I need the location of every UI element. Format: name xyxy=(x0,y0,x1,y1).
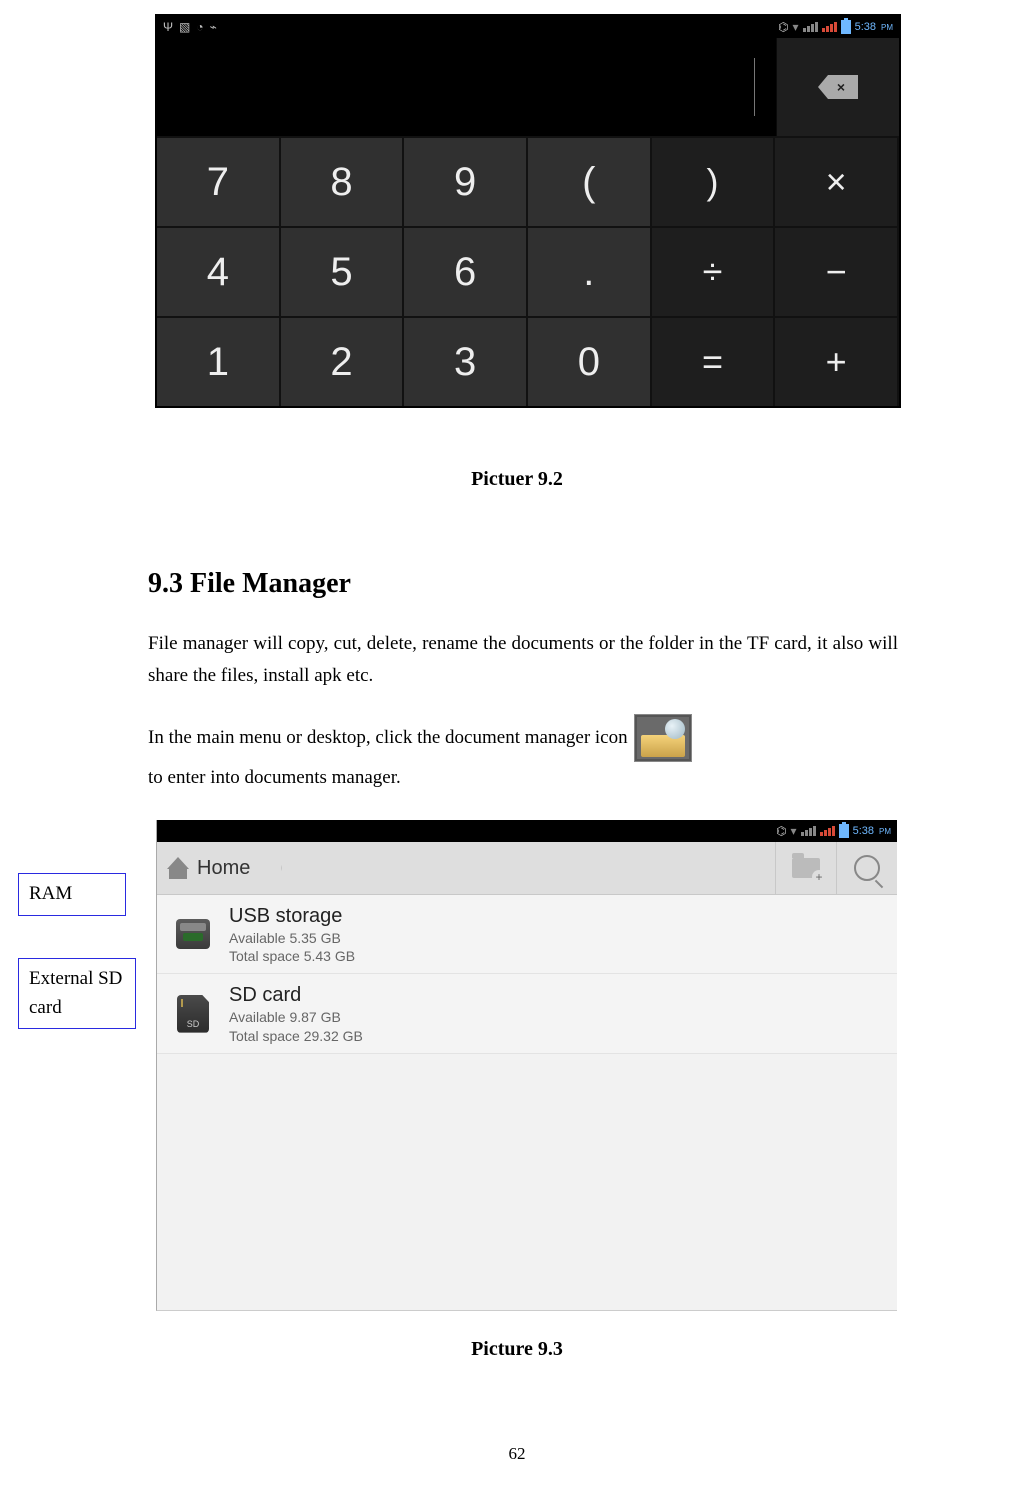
signal-2-icon xyxy=(820,826,835,836)
key-4[interactable]: 4 xyxy=(157,226,281,316)
calc-status-bar: Ψ ▧ ◔ ⌁ ⌬ ▾ 5:38 PM xyxy=(157,16,899,38)
backspace-button[interactable]: × xyxy=(776,38,899,136)
key-9[interactable]: 9 xyxy=(404,136,528,226)
body-paragraph-1: File manager will copy, cut, delete, ren… xyxy=(148,628,898,693)
new-folder-button[interactable] xyxy=(775,842,836,894)
caption-9-3: Picture 9.3 xyxy=(0,1338,1034,1361)
signal-1-icon xyxy=(801,826,816,836)
body-paragraph-2: In the main menu or desktop, click the d… xyxy=(148,714,898,794)
body-p2-pre: In the main menu or desktop, click the d… xyxy=(148,722,628,754)
breadcrumb-home[interactable]: Home xyxy=(157,842,269,894)
debug-icon: ⌁ xyxy=(210,20,217,34)
usb-title: USB storage xyxy=(229,903,355,929)
key-5[interactable]: 5 xyxy=(281,226,405,316)
usb-icon xyxy=(171,912,215,956)
status-time: 5:38 xyxy=(853,825,874,837)
key-0[interactable]: 0 xyxy=(528,316,652,406)
file-manager-app-icon xyxy=(634,714,692,762)
page-number: 62 xyxy=(0,1444,1034,1464)
sd-title: SD card xyxy=(229,982,363,1008)
sd-available: Available 9.87 GB xyxy=(229,1008,363,1026)
callout-ram: RAM xyxy=(18,873,126,916)
callout-external-sd: External SD card xyxy=(18,958,136,1029)
storage-list: USB storage Available 5.35 GB Total spac… xyxy=(157,895,897,1054)
key-dot[interactable]: . xyxy=(528,226,652,316)
home-icon xyxy=(167,857,189,879)
sd-card-icon xyxy=(171,992,215,1036)
status-ampm: PM xyxy=(879,827,891,836)
key-minus[interactable]: − xyxy=(775,226,899,316)
key-2[interactable]: 2 xyxy=(281,316,405,406)
list-item-sd-card[interactable]: SD card Available 9.87 GB Total space 29… xyxy=(157,974,897,1053)
wifi-icon: ▾ xyxy=(791,824,797,838)
battery-icon xyxy=(841,20,851,34)
battery-icon xyxy=(839,824,849,838)
wifi-icon: ▾ xyxy=(793,20,799,34)
calculator-screenshot: Ψ ▧ ◔ ⌁ ⌬ ▾ 5:38 PM × 7 8 9 ( xyxy=(155,14,901,408)
text-cursor xyxy=(754,58,755,116)
usb-total: Total space 5.43 GB xyxy=(229,947,355,965)
key-equals[interactable]: = xyxy=(652,316,776,406)
caption-9-2: Pictuer 9.2 xyxy=(0,468,1034,491)
key-plus[interactable]: + xyxy=(775,316,899,406)
key-6[interactable]: 6 xyxy=(404,226,528,316)
search-button[interactable] xyxy=(836,842,897,894)
psi-icon: Ψ xyxy=(163,20,173,34)
breadcrumb-label: Home xyxy=(197,857,250,880)
key-3[interactable]: 3 xyxy=(404,316,528,406)
signal-1-icon xyxy=(803,22,818,32)
sync-icon: ◔ xyxy=(196,20,203,34)
fm-toolbar: Home xyxy=(157,842,897,895)
calculator-display[interactable]: × xyxy=(157,38,899,136)
body-p2-post: to enter into documents manager. xyxy=(148,762,401,794)
key-rparen[interactable]: ) xyxy=(652,136,776,226)
status-ampm: PM xyxy=(881,23,893,32)
file-manager-screenshot: ⌬ ▾ 5:38 PM Home USB storage xyxy=(156,820,897,1311)
bluetooth-icon: ⌬ xyxy=(778,20,788,34)
usb-available: Available 5.35 GB xyxy=(229,929,355,947)
key-lparen[interactable]: ( xyxy=(528,136,652,226)
key-multiply[interactable]: × xyxy=(775,136,899,226)
folder-plus-icon xyxy=(792,858,820,878)
calculator-keypad: 7 8 9 ( ) × 4 5 6 . ÷ − 1 2 3 0 = + xyxy=(157,136,899,406)
signal-2-icon xyxy=(822,22,837,32)
key-divide[interactable]: ÷ xyxy=(652,226,776,316)
sd-total: Total space 29.32 GB xyxy=(229,1027,363,1045)
status-time: 5:38 xyxy=(855,21,876,33)
key-1[interactable]: 1 xyxy=(157,316,281,406)
search-icon xyxy=(854,855,880,881)
fm-status-bar: ⌬ ▾ 5:38 PM xyxy=(157,820,897,842)
square-icon: ▧ xyxy=(179,20,190,34)
backspace-icon: × xyxy=(818,75,858,99)
key-8[interactable]: 8 xyxy=(281,136,405,226)
list-item-usb-storage[interactable]: USB storage Available 5.35 GB Total spac… xyxy=(157,895,897,974)
bluetooth-icon: ⌬ xyxy=(776,824,786,838)
key-7[interactable]: 7 xyxy=(157,136,281,226)
section-heading-9-3: 9.3 File Manager xyxy=(148,568,351,600)
